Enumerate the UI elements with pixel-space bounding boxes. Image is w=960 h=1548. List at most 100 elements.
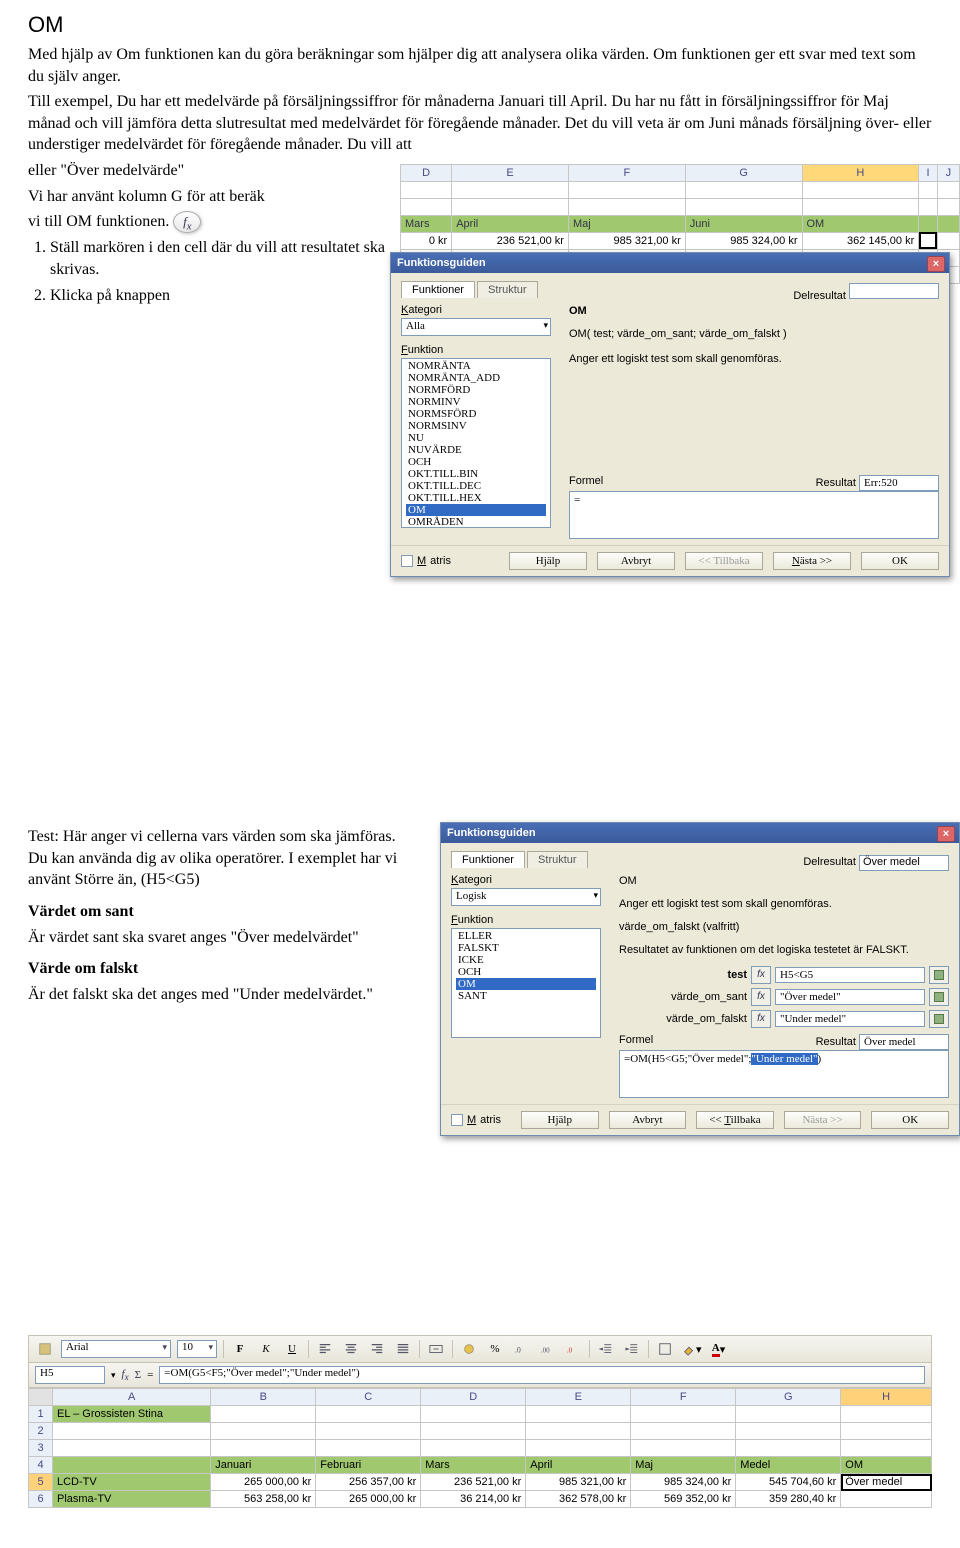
- col-header[interactable]: I: [919, 164, 937, 181]
- col-header[interactable]: E: [452, 164, 569, 181]
- list-item[interactable]: ELLER: [456, 930, 596, 942]
- row-header[interactable]: 2: [29, 1423, 53, 1440]
- product-cell[interactable]: LCD-TV: [53, 1474, 211, 1491]
- cell[interactable]: 985 324,00 kr: [631, 1474, 736, 1491]
- col-header[interactable]: F: [631, 1389, 736, 1406]
- cell[interactable]: Över medel: [841, 1474, 932, 1491]
- increase-decimal-icon[interactable]: .00: [537, 1339, 557, 1359]
- borders-icon[interactable]: [655, 1339, 675, 1359]
- function-listbox[interactable]: NOMRÄNTANOMRÄNTA_ADDNORMFÖRDNORMINVNORMS…: [401, 358, 551, 528]
- list-item[interactable]: SANT: [456, 990, 596, 1002]
- ok-button[interactable]: OK: [861, 552, 939, 570]
- increase-indent-icon[interactable]: [622, 1339, 642, 1359]
- cell[interactable]: 985 324,00 kr: [685, 232, 802, 249]
- list-item[interactable]: ICKE: [456, 954, 596, 966]
- tab-struktur[interactable]: Struktur: [527, 851, 588, 868]
- back-button[interactable]: << Tillbaka: [685, 552, 763, 570]
- list-item[interactable]: OKT.TILL.DEC: [406, 480, 546, 492]
- fx-icon[interactable]: fx: [122, 1368, 129, 1382]
- col-header[interactable]: D: [421, 1389, 526, 1406]
- list-item[interactable]: NU: [406, 432, 546, 444]
- decrease-decimal-icon[interactable]: .0: [563, 1339, 583, 1359]
- matris-checkbox[interactable]: Matris: [451, 1114, 501, 1126]
- fx-button[interactable]: fx: [751, 988, 771, 1006]
- header-cell[interactable]: Medel: [736, 1457, 841, 1474]
- row-header[interactable]: 6: [29, 1491, 53, 1508]
- col-header[interactable]: G: [685, 164, 802, 181]
- equals-icon[interactable]: =: [147, 1369, 153, 1381]
- merge-cells-icon[interactable]: [426, 1339, 446, 1359]
- header-cell[interactable]: OM: [841, 1457, 932, 1474]
- chevron-down-icon[interactable]: ▾: [111, 1370, 116, 1381]
- shrink-icon[interactable]: [929, 966, 949, 984]
- fx-button[interactable]: fx: [751, 1010, 771, 1028]
- header-cell[interactable]: Januari: [211, 1457, 316, 1474]
- list-item[interactable]: OM: [406, 504, 546, 516]
- category-combo[interactable]: Alla ▾: [401, 318, 551, 336]
- currency-icon[interactable]: [459, 1339, 479, 1359]
- header-cell[interactable]: Februari: [316, 1457, 421, 1474]
- col-header[interactable]: F: [568, 164, 685, 181]
- align-justify-icon[interactable]: [393, 1339, 413, 1359]
- header-cell[interactable]: April: [526, 1457, 631, 1474]
- shrink-icon[interactable]: [929, 1010, 949, 1028]
- header-cell[interactable]: Mars: [421, 1457, 526, 1474]
- list-item[interactable]: OCH: [456, 966, 596, 978]
- header-cell[interactable]: [53, 1457, 211, 1474]
- cell[interactable]: 362 145,00 kr: [802, 232, 919, 249]
- formula-input[interactable]: =OM(G5<F5;"Över medel";"Under medel"): [159, 1366, 925, 1384]
- corner-cell[interactable]: [29, 1389, 53, 1406]
- italic-button[interactable]: K: [256, 1339, 276, 1359]
- next-button[interactable]: Nästa >>: [784, 1111, 862, 1129]
- number-format-icon[interactable]: .0: [511, 1339, 531, 1359]
- cell[interactable]: 359 280,40 kr: [736, 1491, 841, 1508]
- row-header[interactable]: 4: [29, 1457, 53, 1474]
- list-item[interactable]: NUVÄRDE: [406, 444, 546, 456]
- row-header[interactable]: 5: [29, 1474, 53, 1491]
- list-item[interactable]: FALSKT: [456, 942, 596, 954]
- matris-checkbox[interactable]: Matris: [401, 555, 451, 567]
- style-icon[interactable]: [35, 1339, 55, 1359]
- list-item[interactable]: NORMSFÖRD: [406, 408, 546, 420]
- fx-button[interactable]: fx: [751, 966, 771, 984]
- header-cell[interactable]: OM: [802, 215, 919, 232]
- cell[interactable]: [316, 1406, 421, 1423]
- dialog-titlebar[interactable]: Funktionsguiden ×: [441, 823, 959, 843]
- tab-funktioner[interactable]: Funktioner: [401, 281, 475, 298]
- formula-field[interactable]: =: [569, 491, 939, 539]
- col-header[interactable]: H: [841, 1389, 932, 1406]
- cell[interactable]: [526, 1406, 631, 1423]
- category-combo[interactable]: Logisk ▾: [451, 888, 601, 906]
- close-icon[interactable]: ×: [937, 826, 955, 842]
- function-listbox[interactable]: ELLERFALSKTICKEOCHOMSANT: [451, 928, 601, 1038]
- align-right-icon[interactable]: [367, 1339, 387, 1359]
- tab-funktioner[interactable]: Funktioner: [451, 851, 525, 868]
- formula-field[interactable]: =OM(H5<G5;"Över medel";"Under medel"): [619, 1050, 949, 1098]
- decrease-indent-icon[interactable]: [596, 1339, 616, 1359]
- cancel-button[interactable]: Avbryt: [597, 552, 675, 570]
- col-header[interactable]: G: [736, 1389, 841, 1406]
- col-header[interactable]: H: [802, 164, 919, 181]
- list-item[interactable]: OKT.TILL.BIN: [406, 468, 546, 480]
- close-icon[interactable]: ×: [927, 256, 945, 272]
- cell[interactable]: 569 352,00 kr: [631, 1491, 736, 1508]
- list-item[interactable]: NORMSINV: [406, 420, 546, 432]
- list-item[interactable]: OM: [456, 978, 596, 990]
- cell[interactable]: [736, 1406, 841, 1423]
- cell[interactable]: [631, 1406, 736, 1423]
- cell[interactable]: [841, 1406, 932, 1423]
- ok-button[interactable]: OK: [871, 1111, 949, 1129]
- bold-button[interactable]: F: [230, 1339, 250, 1359]
- cell[interactable]: 265 000,00 kr: [316, 1491, 421, 1508]
- percent-icon[interactable]: %: [485, 1339, 505, 1359]
- tab-struktur[interactable]: Struktur: [477, 281, 538, 298]
- product-cell[interactable]: Plasma-TV: [53, 1491, 211, 1508]
- row-header[interactable]: 3: [29, 1440, 53, 1457]
- col-header[interactable]: J: [937, 164, 959, 181]
- cell[interactable]: [841, 1491, 932, 1508]
- cell[interactable]: [421, 1406, 526, 1423]
- cell[interactable]: [919, 232, 937, 249]
- cell[interactable]: 362 578,00 kr: [526, 1491, 631, 1508]
- dialog-titlebar[interactable]: Funktionsguiden ×: [391, 253, 949, 273]
- cell[interactable]: 563 258,00 kr: [211, 1491, 316, 1508]
